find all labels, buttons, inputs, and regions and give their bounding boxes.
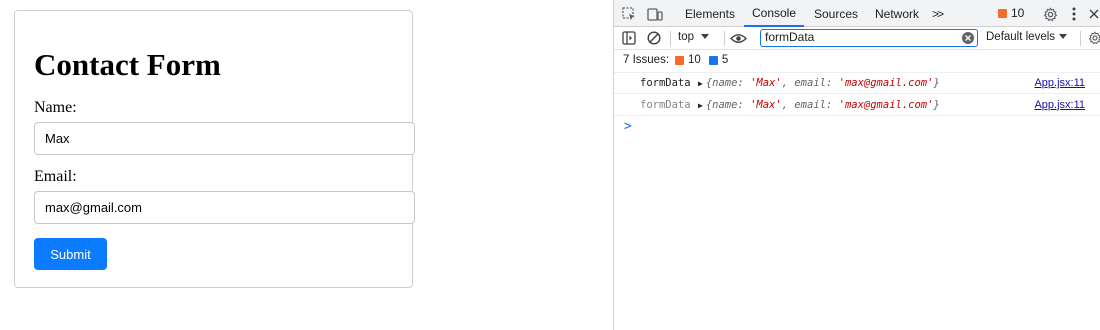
issues-warning-count: 10 <box>675 54 701 66</box>
object-key: name: <box>712 77 744 89</box>
issues-badge[interactable]: 10 <box>998 6 1024 20</box>
email-label: Email: <box>34 168 77 185</box>
context-value: top <box>678 31 694 43</box>
warning-count-value: 10 <box>688 54 701 66</box>
device-toolbar-icon[interactable] <box>646 5 664 23</box>
clear-console-icon[interactable] <box>646 30 662 46</box>
name-input[interactable] <box>34 122 415 155</box>
log-label: formData <box>640 98 691 111</box>
form-title: Contact Form <box>34 47 221 82</box>
clear-filter-icon[interactable] <box>962 32 974 48</box>
log-source-link[interactable]: App.jsx:11 <box>1034 99 1085 111</box>
info-count-value: 5 <box>721 54 729 66</box>
settings-gear-icon[interactable] <box>1041 5 1059 23</box>
toolbar-divider <box>1080 31 1081 46</box>
log-levels-label: Default levels <box>986 31 1056 43</box>
log-levels-dropdown[interactable]: Default levels <box>986 31 1068 43</box>
expand-triangle-icon[interactable]: ▶ <box>698 79 703 88</box>
page-viewport: Contact Form Name: Email: Submit <box>0 0 613 330</box>
console-log-row: formData ▶ {name: 'Max', email: 'max@gmai… <box>614 94 1100 116</box>
object-value: 'max@gmail.com' <box>838 77 934 89</box>
inspect-element-icon[interactable] <box>620 5 638 23</box>
contact-form: Contact Form Name: Email: Submit <box>14 10 415 288</box>
issues-bar[interactable]: 7 Issues: 10 5 <box>614 50 1100 70</box>
console-prompt[interactable]: > <box>624 119 632 134</box>
console-toolbar: top formData Default levels <box>614 27 1100 50</box>
object-key: email: <box>794 98 833 111</box>
object-value: 'Max' <box>750 77 782 89</box>
tab-sources[interactable]: Sources <box>808 0 864 27</box>
log-object[interactable]: ▶ {name: 'Max', email: 'max@gmail.com'} <box>698 77 940 89</box>
name-label: Name: <box>34 99 77 116</box>
issues-badge-count: 10 <box>1011 6 1025 20</box>
toolbar-divider <box>670 31 671 46</box>
devtools-tabbar: Elements Console Sources Network >> 10 <box>614 0 1100 27</box>
tab-console[interactable]: Console <box>744 0 804 27</box>
log-object[interactable]: ▶ {name: 'Max', email: 'max@gmail.com'} <box>698 99 940 111</box>
object-key: name: <box>712 98 744 111</box>
filter-value: formData <box>765 30 815 44</box>
issues-label: 7 Issues: <box>623 54 670 66</box>
expand-triangle-icon[interactable]: ▶ <box>698 101 703 110</box>
warning-icon <box>998 8 1007 18</box>
caret-down-icon <box>1059 34 1068 39</box>
object-key: email: <box>794 77 833 89</box>
context-selector[interactable]: top <box>678 31 709 43</box>
tab-elements[interactable]: Elements <box>680 0 740 27</box>
tab-network[interactable]: Network <box>870 0 924 27</box>
info-message-icon <box>708 55 718 65</box>
devtools-panel: Elements Console Sources Network >> 10 t… <box>613 0 1100 330</box>
log-source-link[interactable]: App.jsx:11 <box>1034 77 1085 89</box>
object-value: 'Max' <box>750 98 782 111</box>
object-value: 'max@gmail.com' <box>838 98 934 111</box>
eye-icon[interactable] <box>729 30 747 46</box>
close-icon[interactable] <box>1088 6 1100 22</box>
caret-down-icon <box>701 34 709 39</box>
console-log-row: formData ▶ {name: 'Max', email: 'max@gmai… <box>614 72 1100 94</box>
console-filter-input[interactable]: formData <box>760 29 978 47</box>
warning-icon <box>675 55 685 65</box>
toolbar-divider <box>724 31 725 46</box>
kebab-menu-icon[interactable] <box>1067 5 1081 23</box>
issues-info-count: 5 <box>708 54 729 66</box>
email-input[interactable] <box>34 191 415 224</box>
console-settings-gear-icon[interactable] <box>1088 30 1100 46</box>
submit-button[interactable]: Submit <box>34 238 107 270</box>
sidebar-toggle-icon[interactable] <box>621 30 637 46</box>
log-label: formData <box>640 77 691 89</box>
more-tabs-button[interactable]: >> <box>927 0 947 27</box>
